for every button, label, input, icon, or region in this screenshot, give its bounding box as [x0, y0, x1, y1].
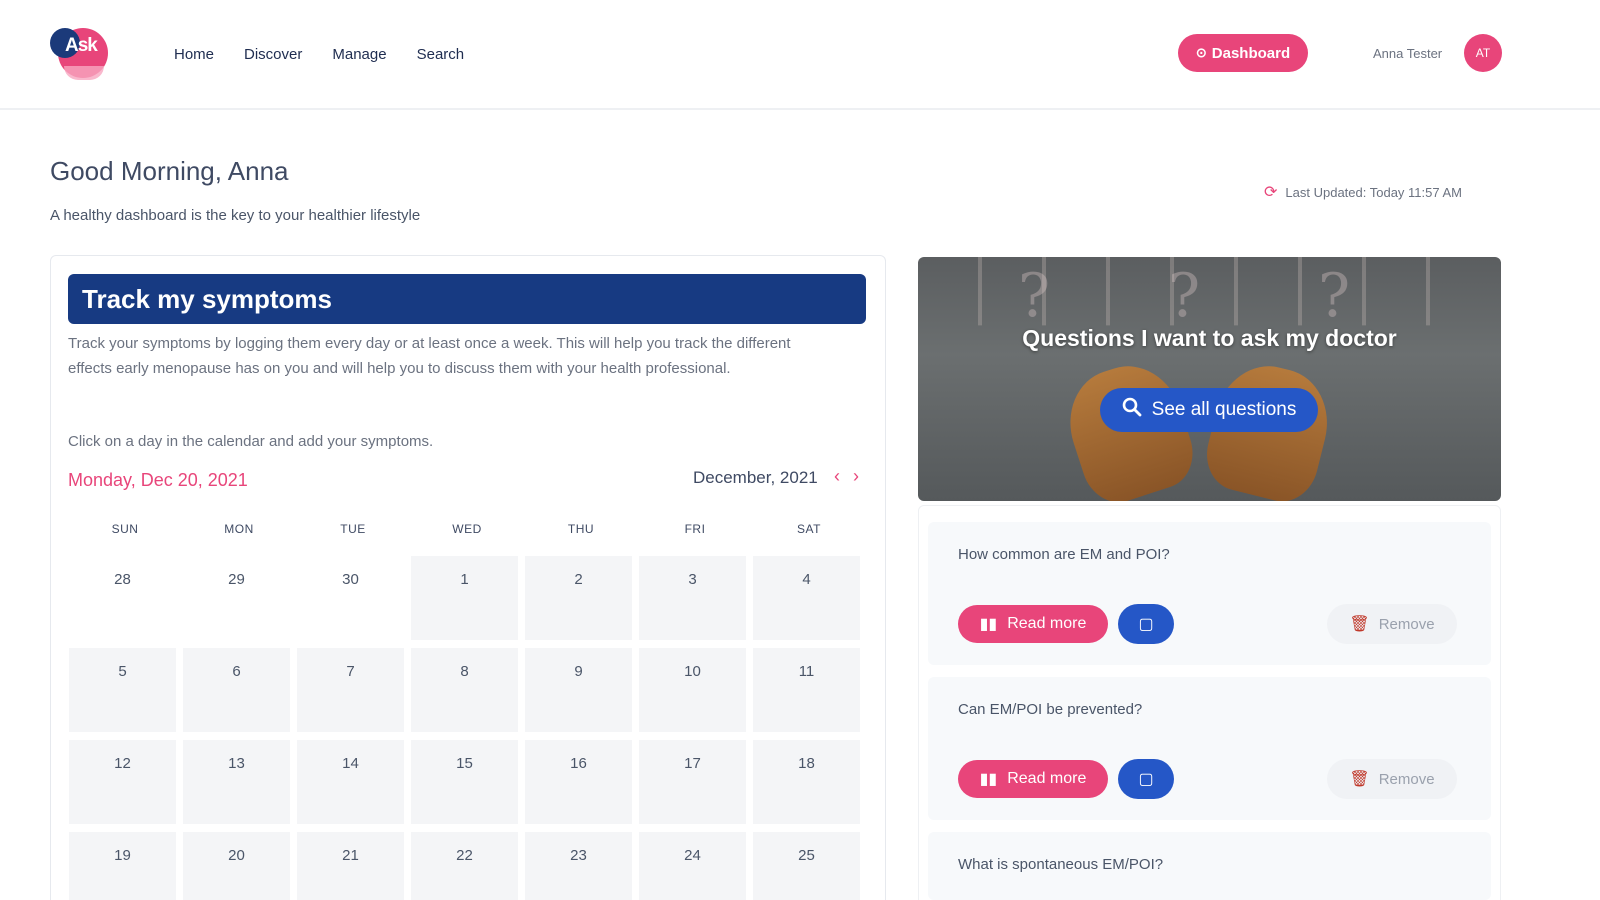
calendar-day[interactable]: 3	[639, 556, 746, 640]
search-icon	[1122, 397, 1142, 423]
calendar-day[interactable]: 16	[525, 740, 632, 824]
note-button[interactable]: ▢	[1118, 759, 1174, 799]
question-mark-decoration: ?	[1018, 261, 1051, 331]
calendar-day[interactable]: 17	[639, 740, 746, 824]
remove-label: Remove	[1378, 615, 1435, 633]
remove-label: Remove	[1378, 770, 1435, 788]
note-icon: ▢	[1138, 616, 1154, 633]
read-more-button[interactable]: ▮▮ Read more	[958, 605, 1108, 643]
calendar-day[interactable]: 14	[297, 740, 404, 824]
question-item: Can EM/POI be prevented? ▮▮ Read more ▢ …	[928, 677, 1491, 820]
calendar-month-label: December, 2021	[693, 468, 818, 487]
calendar-day[interactable]: 25	[753, 832, 860, 900]
calendar-day[interactable]: 15	[411, 740, 518, 824]
refresh-icon[interactable]: ⟳	[1264, 182, 1277, 202]
note-button[interactable]: ▢	[1118, 604, 1174, 644]
weekday-header: MON	[224, 522, 254, 536]
book-icon: ▮▮	[979, 616, 998, 633]
question-item: How common are EM and POI? ▮▮ Read more …	[928, 522, 1491, 665]
calendar-day[interactable]: 9	[525, 648, 632, 732]
calendar-day[interactable]: 23	[525, 832, 632, 900]
nav-link-search[interactable]: Search	[417, 46, 465, 63]
see-all-label: See all questions	[1151, 399, 1297, 420]
weekday-header: SAT	[797, 522, 821, 536]
trash-icon: 🗑	[1349, 616, 1370, 633]
questions-hero-image: ? ? ?	[918, 257, 1501, 501]
dashboard-icon: ⊙	[1195, 45, 1207, 60]
question-text: How common are EM and POI?	[958, 546, 1170, 563]
calendar-day[interactable]: 5	[69, 648, 176, 732]
top-navbar: Ask Home Discover Manage Search ⊙ Dashbo…	[0, 0, 1600, 110]
chevron-left-icon[interactable]: ‹	[834, 466, 840, 487]
calendar-day[interactable]: 12	[69, 740, 176, 824]
last-updated: ⟳ Last Updated: Today 11:57 AM	[1264, 182, 1462, 202]
avatar[interactable]: AT	[1464, 34, 1502, 72]
calendar-day[interactable]: 10	[639, 648, 746, 732]
calendar-day[interactable]: 22	[411, 832, 518, 900]
nav-link-manage[interactable]: Manage	[332, 46, 386, 63]
symptoms-hint: Click on a day in the calendar and add y…	[68, 433, 434, 450]
calendar-day[interactable]: 24	[639, 832, 746, 900]
weekday-header: FRI	[684, 522, 706, 536]
read-more-label: Read more	[1007, 770, 1087, 787]
trash-icon: 🗑	[1349, 771, 1370, 788]
page-title: Good Morning, Anna	[50, 156, 289, 186]
question-text: What is spontaneous EM/POI?	[958, 856, 1164, 873]
calendar-day[interactable]: 29	[183, 556, 290, 640]
dashboard-button[interactable]: ⊙ Dashboard	[1178, 34, 1308, 72]
see-all-questions-button[interactable]: See all questions	[1100, 388, 1318, 432]
calendar-day[interactable]: 1	[411, 556, 518, 640]
chevron-right-icon[interactable]: ›	[853, 466, 859, 487]
symptoms-title: Track my symptoms	[68, 274, 866, 324]
selected-date: Monday, Dec 20, 2021	[68, 470, 248, 490]
brand-logo[interactable]: Ask	[50, 26, 108, 80]
user-name[interactable]: Anna Tester	[1373, 46, 1442, 61]
calendar-day[interactable]: 8	[411, 648, 518, 732]
weekday-header: THU	[567, 522, 595, 536]
calendar-day[interactable]: 28	[69, 556, 176, 640]
read-more-label: Read more	[1007, 615, 1087, 632]
calendar-day[interactable]: 4	[753, 556, 860, 640]
weekday-header: TUE	[340, 522, 366, 536]
remove-button[interactable]: 🗑 Remove	[1327, 759, 1457, 799]
calendar-day[interactable]: 2	[525, 556, 632, 640]
main-nav: Home Discover Manage Search	[174, 46, 464, 63]
weekday-header: SUN	[111, 522, 139, 536]
nav-link-discover[interactable]: Discover	[244, 46, 302, 63]
remove-button[interactable]: 🗑 Remove	[1327, 604, 1457, 644]
symptoms-description: Track your symptoms by logging them ever…	[68, 335, 791, 377]
question-item: What is spontaneous EM/POI?	[928, 832, 1491, 900]
calendar-day[interactable]: 18	[753, 740, 860, 824]
calendar-day[interactable]: 13	[183, 740, 290, 824]
calendar-day[interactable]: 11	[753, 648, 860, 732]
question-mark-decoration: ?	[1318, 261, 1351, 331]
calendar-day[interactable]: 7	[297, 648, 404, 732]
calendar-day[interactable]: 30	[297, 556, 404, 640]
question-mark-decoration: ?	[1168, 261, 1201, 331]
calendar-day[interactable]: 19	[69, 832, 176, 900]
question-text: Can EM/POI be prevented?	[958, 701, 1143, 718]
questions-title: Questions I want to ask my doctor	[1022, 325, 1397, 351]
read-more-button[interactable]: ▮▮ Read more	[958, 760, 1108, 798]
calendar-day[interactable]: 21	[297, 832, 404, 900]
last-updated-text: Last Updated: Today 11:57 AM	[1285, 184, 1462, 200]
logo-text: Ask	[65, 35, 98, 56]
book-icon: ▮▮	[979, 771, 998, 788]
calendar-day[interactable]: 20	[183, 832, 290, 900]
nav-link-home[interactable]: Home	[174, 46, 214, 63]
page-subtitle: A healthy dashboard is the key to your h…	[50, 207, 421, 224]
weekday-header: WED	[452, 522, 482, 536]
dashboard-label: Dashboard	[1211, 44, 1291, 62]
note-icon: ▢	[1138, 771, 1154, 788]
calendar-day[interactable]: 6	[183, 648, 290, 732]
